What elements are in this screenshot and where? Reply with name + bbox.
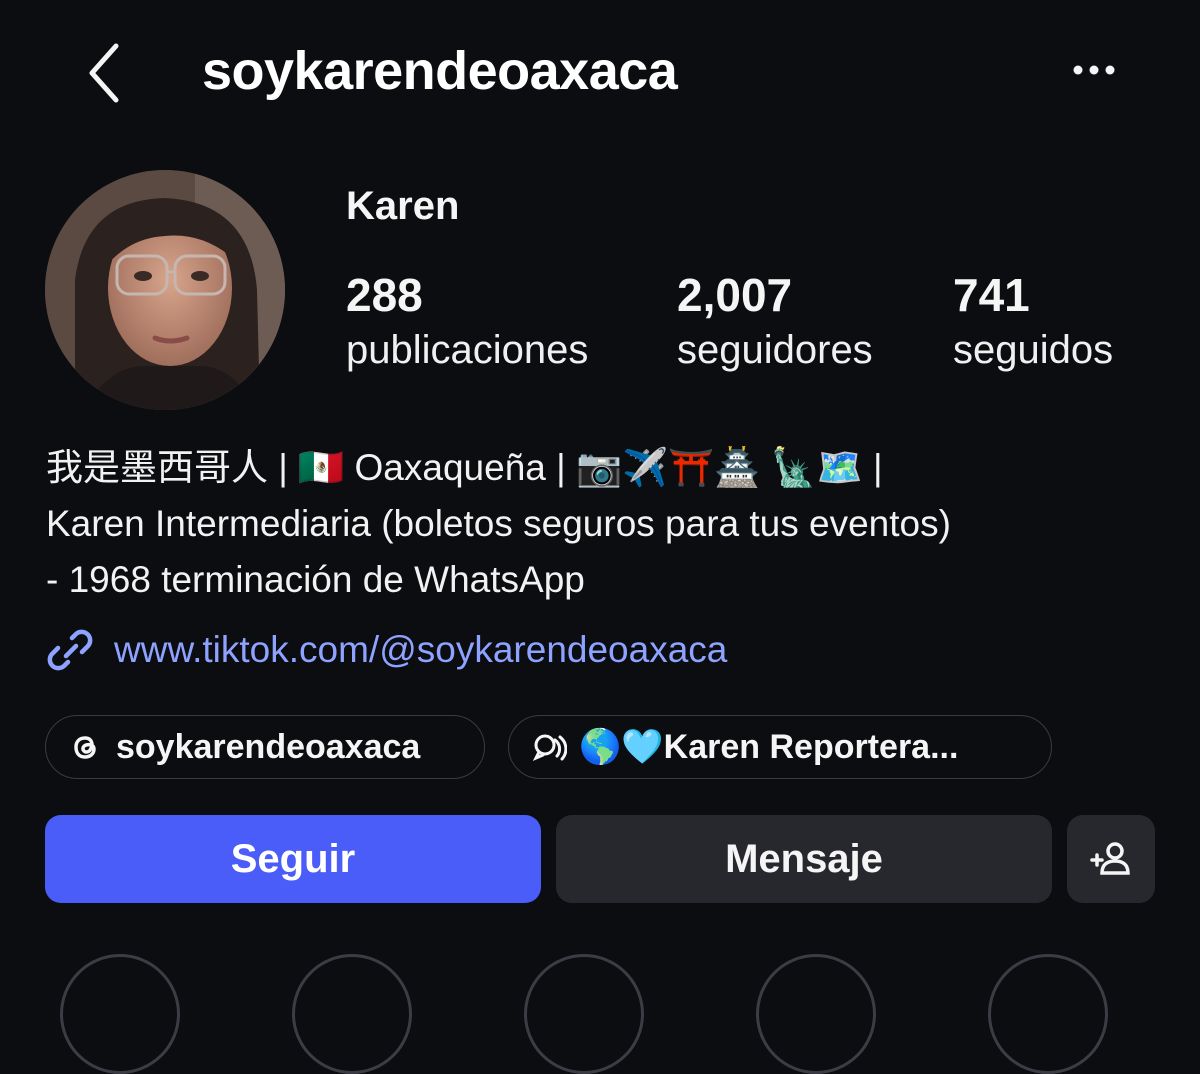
message-button[interactable]: Mensaje <box>556 815 1052 903</box>
more-options-button[interactable] <box>1068 52 1124 88</box>
broadcast-channel-chip[interactable]: 🌎🩵Karen Reportera... <box>508 715 1052 779</box>
link-icon <box>47 629 93 671</box>
stat-followers[interactable]: 2,007 seguidores <box>677 268 873 378</box>
add-user-icon <box>1090 842 1130 875</box>
threads-chip[interactable]: soykarendeoaxaca <box>45 715 485 779</box>
profile-bio: 我是墨西哥人 | 🇲🇽 Oaxaqueña | 📷✈️⛩️🏯 🗽🗺️ | Kar… <box>46 440 1176 608</box>
stat-posts[interactable]: 288 publicaciones <box>346 268 588 378</box>
avatar-photo <box>45 170 285 410</box>
top-bar: soykarendeoaxaca <box>0 0 1200 150</box>
chevron-left-icon <box>89 43 119 103</box>
story-highlight[interactable] <box>756 954 876 1074</box>
story-highlight[interactable] <box>292 954 412 1074</box>
broadcast-chat-icon <box>532 734 567 761</box>
back-button[interactable] <box>78 38 138 108</box>
bio-line: Karen Intermediaria (boletos seguros par… <box>46 503 951 544</box>
threads-icon <box>74 736 96 759</box>
posts-count: 288 <box>346 269 423 321</box>
profile-avatar[interactable] <box>45 170 285 410</box>
bio-line: 我是墨西哥人 | 🇲🇽 Oaxaqueña | 📷✈️⛩️🏯 🗽🗺️ | <box>46 447 883 488</box>
display-name: Karen <box>346 184 460 228</box>
followers-count: 2,007 <box>677 269 793 321</box>
story-highlight[interactable] <box>524 954 644 1074</box>
suggested-users-button[interactable] <box>1067 815 1155 903</box>
followers-label: seguidores <box>677 328 873 372</box>
more-horizontal-icon <box>1073 65 1115 75</box>
follow-button[interactable]: Seguir <box>45 815 541 903</box>
bio-line: - 1968 terminación de WhatsApp <box>46 559 585 600</box>
following-label: seguidos <box>953 328 1114 372</box>
channel-name: 🌎🩵Karen Reportera... <box>579 728 959 766</box>
stat-following[interactable]: 741 seguidos <box>953 268 1113 378</box>
story-highlight[interactable] <box>988 954 1108 1074</box>
profile-username-title: soykarendeoaxaca <box>202 41 678 101</box>
link-text[interactable]: www.tiktok.com/@soykarendeoaxaca <box>114 629 727 671</box>
story-highlight[interactable] <box>60 954 180 1074</box>
profile-link[interactable]: www.tiktok.com/@soykarendeoaxaca <box>46 624 727 676</box>
following-count: 741 <box>953 269 1030 321</box>
posts-label: publicaciones <box>346 328 589 372</box>
threads-handle: soykarendeoaxaca <box>116 727 421 766</box>
